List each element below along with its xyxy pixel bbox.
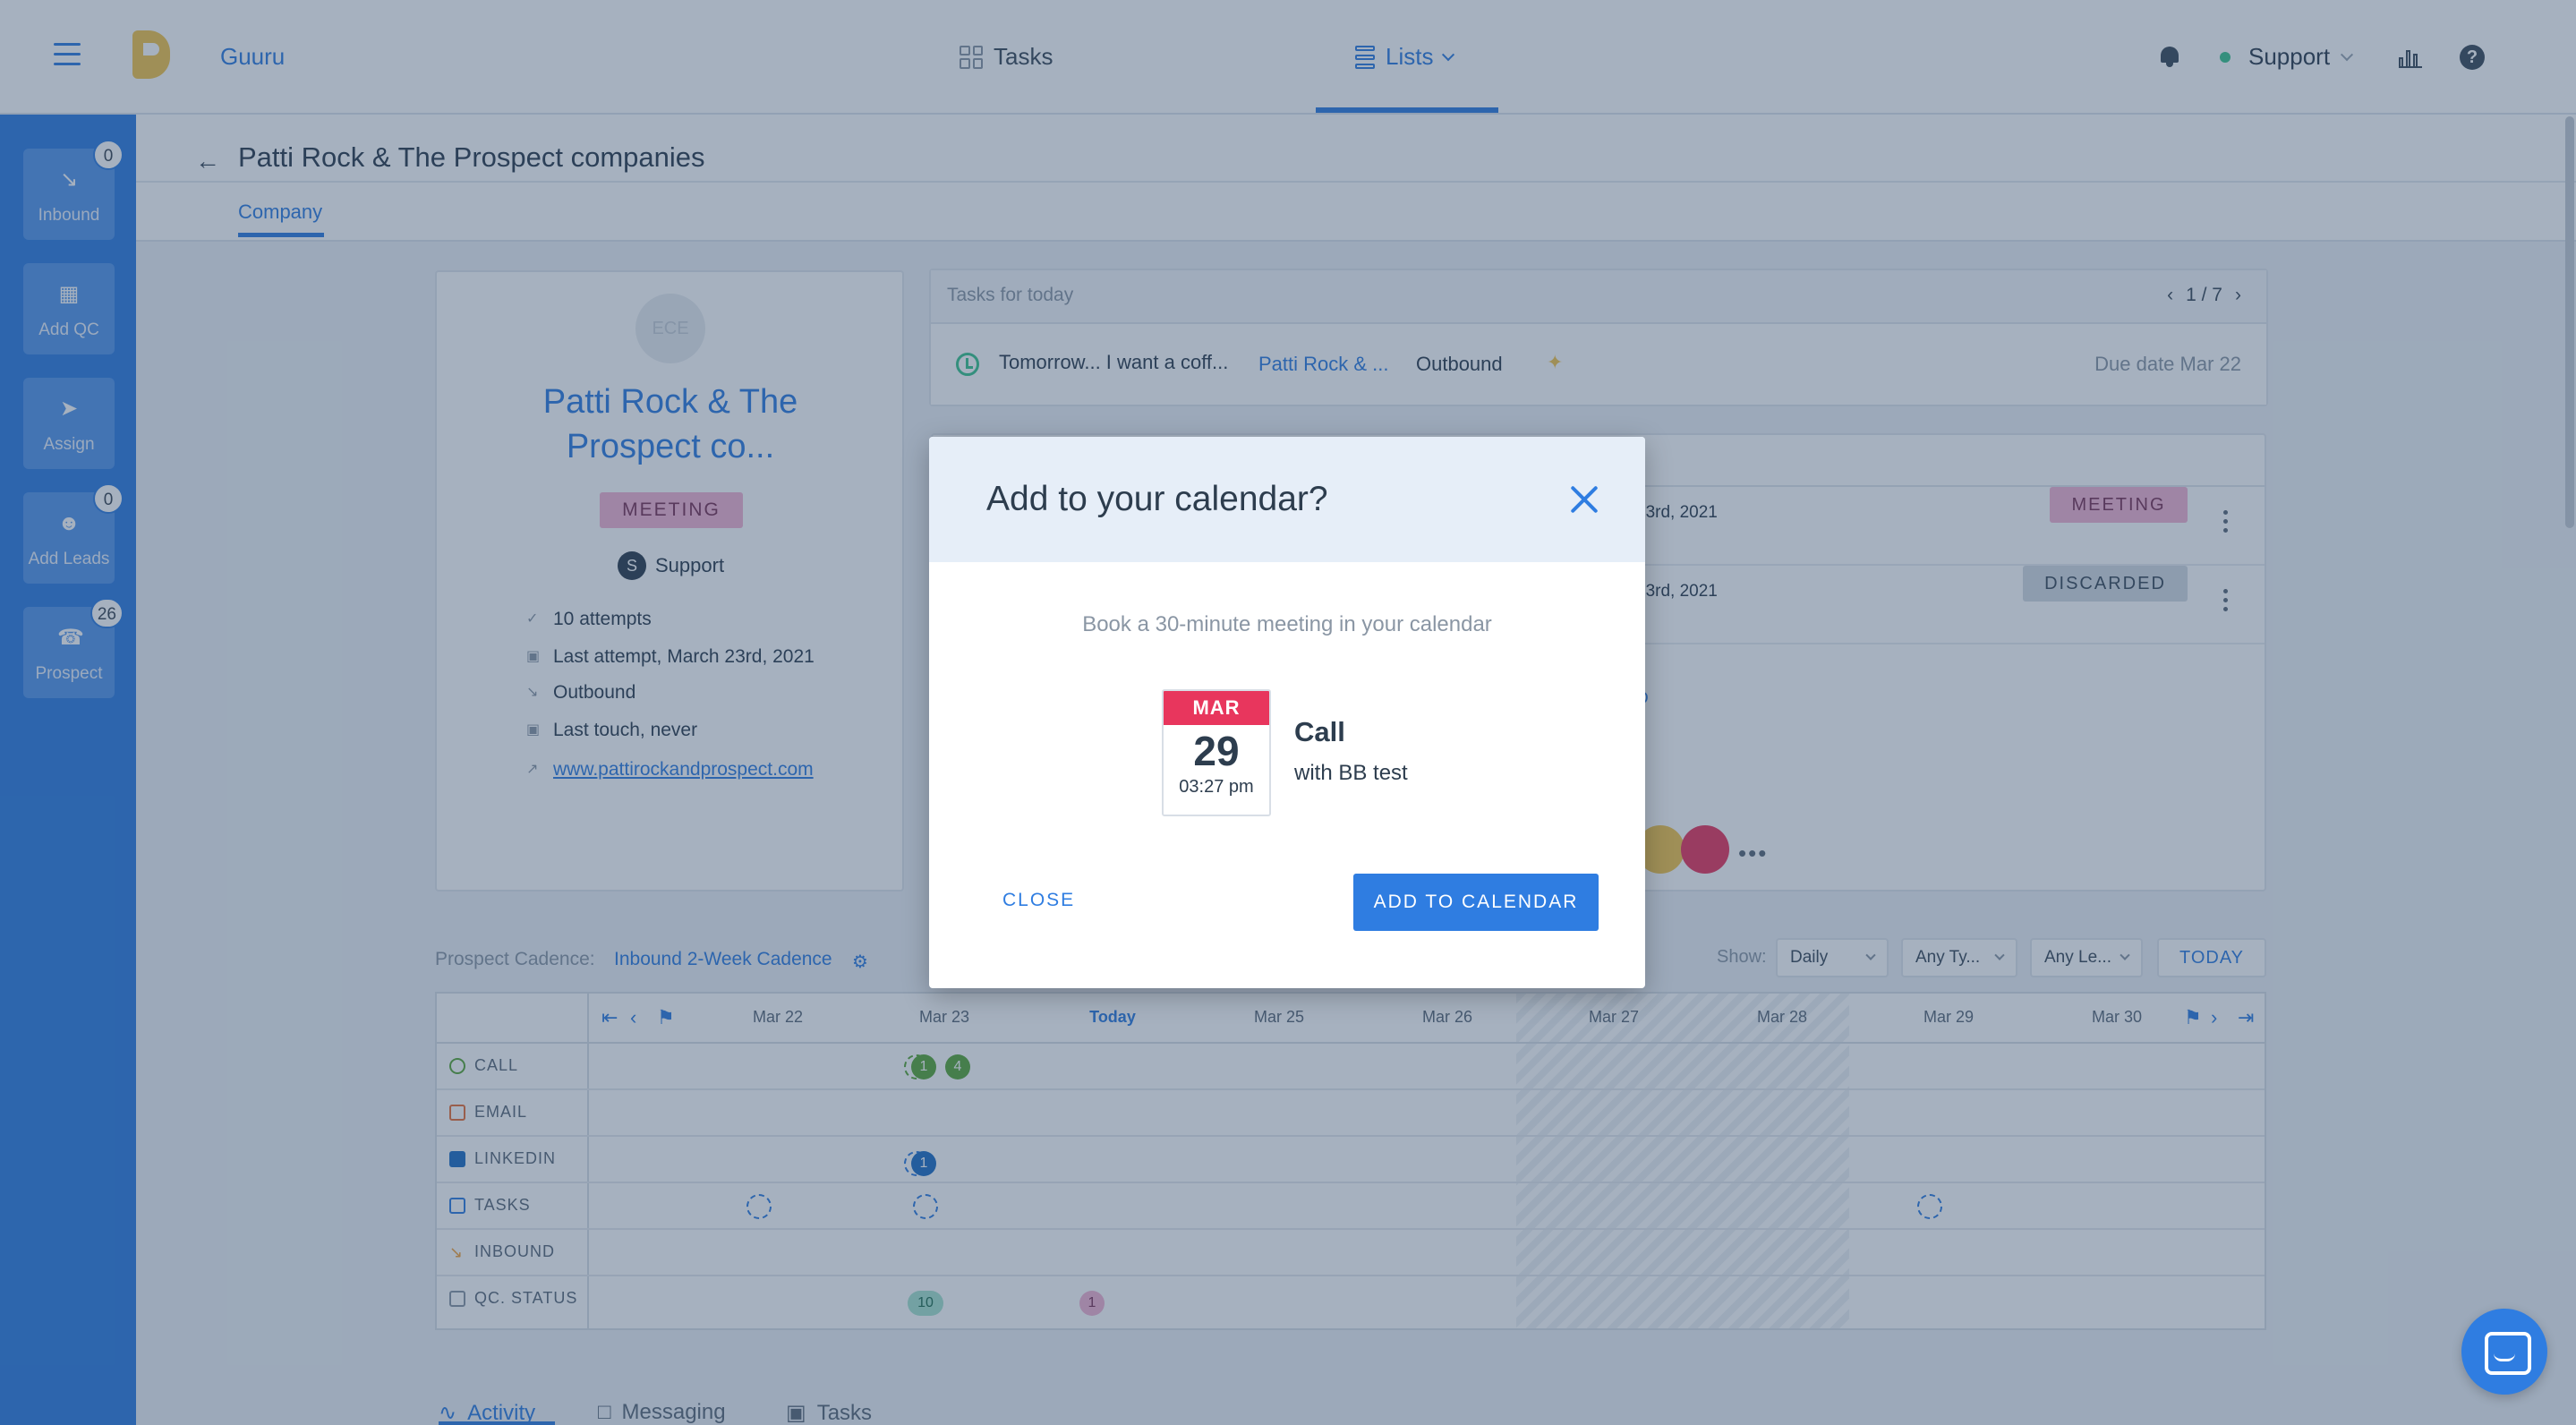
chat-launcher-icon[interactable]: [2461, 1309, 2547, 1395]
event-title: Call: [1294, 716, 1345, 747]
calendar-time: 03:27 pm: [1179, 777, 1254, 797]
add-to-calendar-dialog: Add to your calendar? Book a 30-minute m…: [929, 437, 1645, 988]
dialog-title: Add to your calendar?: [986, 480, 1328, 518]
calendar-month: MAR: [1164, 691, 1269, 725]
dialog-subtitle: Book a 30-minute meeting in your calenda…: [1082, 612, 1492, 636]
calendar-date-card: MAR 29 03:27 pm: [1162, 689, 1271, 816]
calendar-day: 29: [1193, 728, 1240, 774]
add-to-calendar-button[interactable]: ADD TO CALENDAR: [1353, 874, 1599, 931]
dialog-header: Add to your calendar?: [929, 437, 1645, 562]
close-button[interactable]: CLOSE: [1002, 890, 1075, 911]
close-icon[interactable]: [1566, 482, 1602, 517]
event-attendee: with BB test: [1294, 761, 1408, 785]
